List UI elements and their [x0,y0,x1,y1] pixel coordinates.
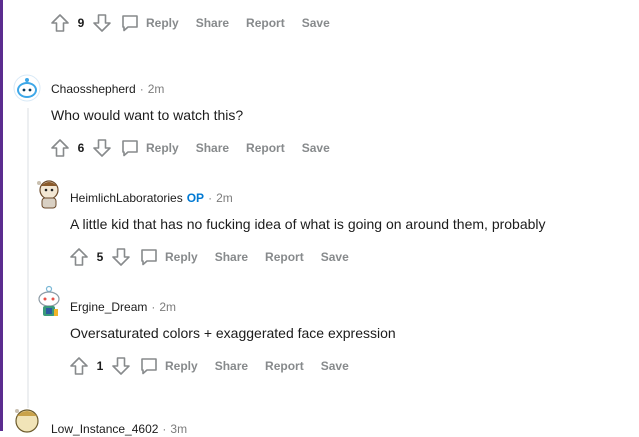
avatar[interactable] [34,285,64,319]
reply-button[interactable]: Reply [165,250,198,264]
share-button[interactable]: Share [215,250,248,264]
upvote-icon[interactable] [69,247,89,267]
vote-score: 9 [77,16,85,30]
downvote-icon[interactable] [92,138,112,158]
username[interactable]: Ergine_Dream [70,300,147,314]
downvote-icon[interactable] [111,356,131,376]
op-badge: OP [186,191,205,205]
username[interactable]: Low_Instance_4602 [51,422,158,436]
reply-button[interactable]: Reply [146,141,179,155]
avatar[interactable] [13,74,41,102]
comment-body: Who would want to watch this? [51,107,244,123]
upvote-icon[interactable] [69,356,89,376]
comment-actions-1: 6 Reply Share Report Save [50,136,347,160]
upvote-icon[interactable] [50,13,70,33]
timestamp[interactable]: 2m [159,300,176,314]
downvote-icon[interactable] [111,247,131,267]
reply-button[interactable]: Reply [146,16,179,30]
separator-dot: · [151,300,156,314]
save-button[interactable]: Save [302,141,330,155]
separator-dot: · [208,191,213,205]
share-button[interactable]: Share [215,359,248,373]
share-button[interactable]: Share [196,16,229,30]
username[interactable]: HeimlichLaboratories [70,191,183,205]
comment-actions-2: 5 Reply Share Report Save [69,245,366,269]
comment-header: Chaosshepherd · 2m [51,81,164,97]
timestamp[interactable]: 3m [170,422,187,436]
reply-icon[interactable] [120,13,140,33]
comment-body: A little kid that has no fucking idea of… [70,216,546,232]
reply-icon[interactable] [139,356,159,376]
share-button[interactable]: Share [196,141,229,155]
thread-line-chaosshepherd[interactable] [27,108,29,408]
avatar[interactable] [34,178,64,210]
username[interactable]: Chaosshepherd [51,82,136,96]
vote-score: 1 [96,359,104,373]
comment-body: Oversaturated colors + exaggerated face … [70,325,396,341]
vote-score: 6 [77,141,85,155]
thread-collapse-line[interactable] [0,0,3,431]
save-button[interactable]: Save [321,250,349,264]
timestamp[interactable]: 2m [216,191,233,205]
report-button[interactable]: Report [246,141,285,155]
reply-icon[interactable] [120,138,140,158]
save-button[interactable]: Save [302,16,330,30]
separator-dot: · [139,82,144,96]
comment-header: HeimlichLaboratories OP · 2m [70,190,233,206]
comment-header: Ergine_Dream · 2m [70,299,176,315]
comment-actions-3: 1 Reply Share Report Save [69,354,366,378]
comment-header: Low_Instance_4602 · 3m [51,421,187,437]
report-button[interactable]: Report [246,16,285,30]
report-button[interactable]: Report [265,359,304,373]
avatar[interactable] [13,406,41,434]
timestamp[interactable]: 2m [148,82,165,96]
upvote-icon[interactable] [50,138,70,158]
save-button[interactable]: Save [321,359,349,373]
separator-dot: · [162,422,167,436]
report-button[interactable]: Report [265,250,304,264]
reply-icon[interactable] [139,247,159,267]
vote-score: 5 [96,250,104,264]
reply-button[interactable]: Reply [165,359,198,373]
comment-actions-0: 9 Reply Share Report Save [50,11,347,35]
downvote-icon[interactable] [92,13,112,33]
